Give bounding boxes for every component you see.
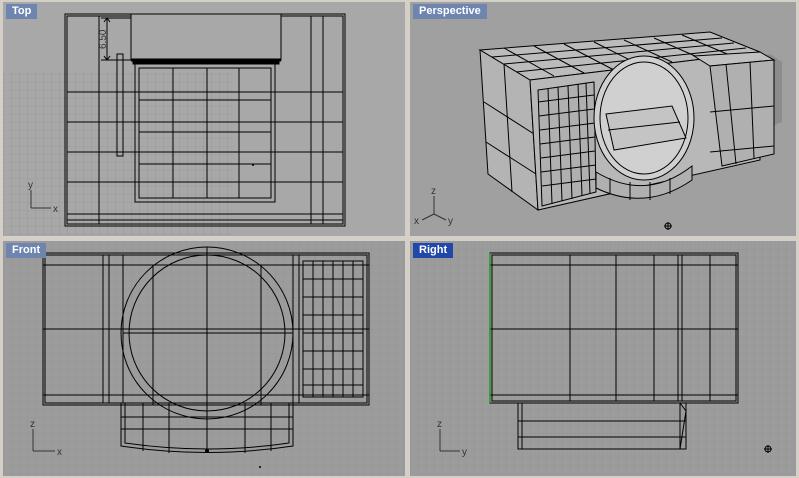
svg-text:z: z bbox=[437, 419, 442, 430]
svg-text:x: x bbox=[414, 216, 419, 227]
dimension-label: 6.50 bbox=[98, 29, 109, 49]
svg-text:x: x bbox=[53, 204, 58, 215]
right-viewport-title[interactable]: Right bbox=[413, 243, 454, 258]
front-viewport[interactable]: x z Front bbox=[3, 241, 405, 476]
top-viewport-canvas[interactable]: 6.50 x y bbox=[3, 2, 405, 236]
right-viewport-canvas[interactable]: y z bbox=[410, 241, 796, 476]
svg-text:y: y bbox=[462, 447, 467, 458]
perspective-viewport-title[interactable]: Perspective bbox=[413, 4, 487, 19]
top-viewport[interactable]: 6.50 x y Top bbox=[3, 2, 405, 236]
perspective-viewport[interactable]: y x z Perspective bbox=[410, 2, 796, 236]
right-viewport[interactable]: y z Right bbox=[410, 241, 796, 476]
front-viewport-canvas[interactable]: x z bbox=[3, 241, 405, 476]
svg-text:z: z bbox=[30, 419, 35, 430]
svg-text:y: y bbox=[448, 216, 453, 227]
svg-text:z: z bbox=[431, 186, 436, 197]
svg-text:y: y bbox=[28, 180, 33, 191]
front-viewport-title[interactable]: Front bbox=[6, 243, 47, 258]
top-viewport-title[interactable]: Top bbox=[6, 4, 38, 19]
perspective-viewport-canvas[interactable]: y x z bbox=[410, 2, 796, 236]
svg-text:x: x bbox=[57, 447, 62, 458]
